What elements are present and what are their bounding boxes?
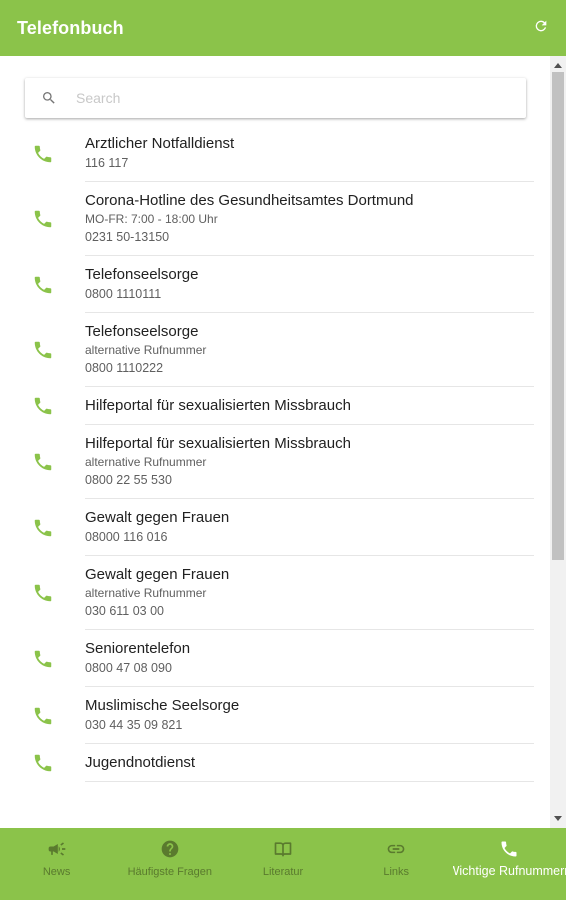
contact-subtitle: MO-FR: 7:00 - 18:00 Uhr <box>85 212 218 226</box>
book-icon <box>272 838 294 860</box>
phone-icon <box>498 838 520 860</box>
phone-icon <box>32 274 54 296</box>
contact-title: Corona-Hotline des Gesundheitsamtes Dort… <box>85 192 414 209</box>
search-bar <box>25 78 526 118</box>
contact-number: 0800 47 08 090 <box>85 661 172 675</box>
phone-icon <box>32 705 54 727</box>
nav-item-häufigste-fragen[interactable]: Häufigste Fragen <box>113 828 226 900</box>
nav-label: Literatur <box>262 866 304 878</box>
link-icon <box>385 838 407 860</box>
nav-label: Links <box>383 866 410 878</box>
contact-texts: Jugendnotdienst <box>85 753 195 773</box>
contact-title: Muslimische Seelsorge <box>85 697 240 714</box>
contact-title: Arztlicher Notfalldienst <box>85 135 235 152</box>
contact-number: 0231 50-13150 <box>85 230 170 244</box>
contact-title: Telefonseelsorge <box>85 266 199 283</box>
scroll-down-arrow[interactable] <box>550 812 566 826</box>
help-circle-icon <box>159 838 181 860</box>
contact-title: Telefonseelsorge <box>85 323 199 340</box>
phone-icon <box>32 395 54 417</box>
nav-label: News <box>42 866 71 878</box>
contact-texts: Telefonseelsorge alternative Rufnummer 080… <box>85 322 206 378</box>
contact-list-item[interactable]: Telefonseelsorge alternative Rufnummer 080… <box>0 313 550 387</box>
phone-icon <box>32 752 54 774</box>
contact-list-item[interactable]: Hilfeportal für sexualisierten Missbrauc… <box>0 387 550 425</box>
contact-list-item[interactable]: Arztlicher Notfalldienst 116 117 <box>0 125 550 182</box>
contact-list-item[interactable]: Gewalt gegen Frauen alternative Rufnummer… <box>0 556 550 630</box>
contact-list-item[interactable]: Corona-Hotline des Gesundheitsamtes Dort… <box>0 182 550 256</box>
contact-list-item[interactable]: Seniorentelefon 0800 47 08 090 <box>0 630 550 687</box>
scroll-thumb[interactable] <box>552 72 564 560</box>
contact-title: Hilfeportal für sexualisierten Missbrauc… <box>85 435 351 452</box>
contact-texts: Hilfeportal für sexualisierten Missbrauc… <box>85 434 351 490</box>
contact-title: Hilfeportal für sexualisierten Missbrauc… <box>85 397 351 414</box>
scrollbar[interactable] <box>550 56 566 828</box>
refresh-button[interactable] <box>532 19 550 37</box>
scroll-up-arrow[interactable] <box>550 58 566 72</box>
search-input[interactable] <box>76 90 476 106</box>
search-icon <box>40 89 58 107</box>
nav-item-links[interactable]: Links <box>340 828 453 900</box>
contact-list-item[interactable]: Gewalt gegen Frauen 08000 116 016 <box>0 499 550 556</box>
contact-number: 08000 116 016 <box>85 530 168 544</box>
phone-icon <box>32 582 54 604</box>
contact-number: 0800 1110111 <box>85 287 162 301</box>
contact-subtitle: alternative Rufnummer <box>85 343 207 357</box>
nav-label: Häufigste Fragen <box>127 866 212 878</box>
contact-texts: Gewalt gegen Frauen 08000 116 016 <box>85 508 229 547</box>
nav-label: Wichtige Rufnummern <box>452 864 566 878</box>
app-header: Telefonbuch <box>0 0 566 56</box>
bottom-navigation: News Häufigste Fragen Literatur Links Wichti… <box>0 828 566 900</box>
phone-icon <box>32 143 54 165</box>
contact-subtitle: alternative Rufnummer <box>85 586 207 600</box>
contact-number: 030 611 03 00 <box>85 604 165 618</box>
contact-list-item[interactable]: Telefonseelsorge 0800 1110111 <box>0 256 550 313</box>
contact-number: 030 44 35 09 821 <box>85 718 183 732</box>
nav-item-news[interactable]: News <box>0 828 113 900</box>
contact-texts: Arztlicher Notfalldienst 116 117 <box>85 134 234 173</box>
contact-texts: Hilfeportal für sexualisierten Missbrauc… <box>85 396 351 416</box>
phone-icon <box>32 451 54 473</box>
contact-texts: Telefonseelsorge 0800 1110111 <box>85 265 198 304</box>
contact-list-item[interactable]: Jugendnotdienst <box>0 744 550 782</box>
page-title: Telefonbuch <box>17 17 124 38</box>
phonebook-content[interactable]: Arztlicher Notfalldienst 116 117 Corona-Ho… <box>0 56 566 828</box>
nav-item-wichtige-rufnummern[interactable]: Wichtige Rufnummern <box>453 828 566 900</box>
phone-icon <box>32 208 54 230</box>
contact-list-item[interactable]: Muslimische Seelsorge 030 44 35 09 821 <box>0 687 550 744</box>
contact-number: 116 117 <box>85 156 129 170</box>
contact-title: Jugendnotdienst <box>85 754 196 771</box>
contact-title: Gewalt gegen Frauen <box>85 566 230 583</box>
contact-number: 0800 22 55 530 <box>85 473 172 487</box>
contact-list: Arztlicher Notfalldienst 116 117 Corona-Ho… <box>0 125 550 782</box>
contact-texts: Gewalt gegen Frauen alternative Rufnummer… <box>85 565 229 621</box>
app-root: Telefonbuch Arztlicher Notfalldienst 116 … <box>0 0 566 900</box>
contact-texts: Seniorentelefon 0800 47 08 090 <box>85 639 190 678</box>
phone-icon <box>32 339 54 361</box>
contact-list-item[interactable]: Hilfeportal für sexualisierten Missbrauc… <box>0 425 550 499</box>
contact-texts: Corona-Hotline des Gesundheitsamtes Dort… <box>85 191 414 247</box>
megaphone-icon <box>46 838 68 860</box>
contact-title: Gewalt gegen Frauen <box>85 509 230 526</box>
list-divider <box>85 781 534 782</box>
phone-icon <box>32 648 54 670</box>
contact-texts: Muslimische Seelsorge 030 44 35 09 821 <box>85 696 239 735</box>
phone-icon <box>32 517 54 539</box>
contact-subtitle: alternative Rufnummer <box>85 455 207 469</box>
nav-item-literatur[interactable]: Literatur <box>226 828 339 900</box>
contact-title: Seniorentelefon <box>85 640 191 657</box>
contact-number: 0800 1110222 <box>85 361 164 375</box>
refresh-icon <box>533 18 549 39</box>
